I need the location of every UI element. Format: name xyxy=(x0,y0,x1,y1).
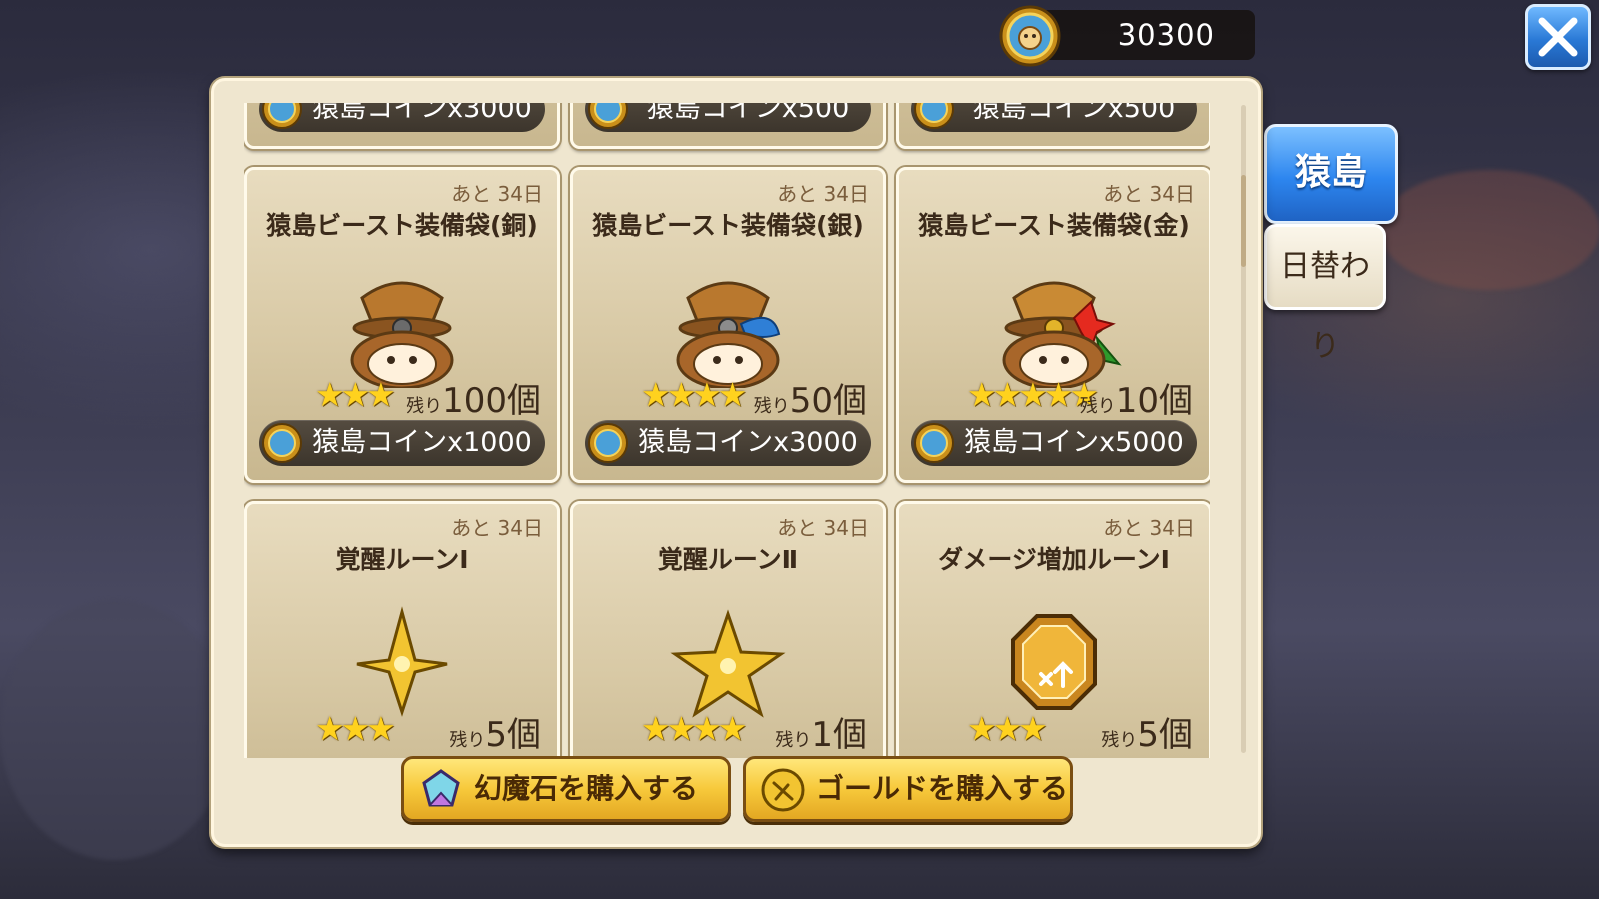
monkey-bag-bronze-icon xyxy=(350,281,454,388)
price-label: 猿島コインx1000 xyxy=(312,427,532,458)
item-card[interactable]: あと 34日 猿島ビースト装備袋(金) ★★★★★ 残り10個 猿島コインx50… xyxy=(896,167,1210,483)
price-label: 猿島コインx500 xyxy=(972,103,1176,124)
background-decoration xyxy=(1380,170,1599,290)
buy-gems-label: 幻魔石を購入する xyxy=(474,772,699,805)
rarity-stars: ★★★★ xyxy=(641,375,747,414)
awaken-rune-2-icon xyxy=(670,609,786,718)
monkey-bag-silver-icon xyxy=(676,281,781,388)
coin-amount: 30300 xyxy=(1117,18,1215,52)
days-remaining: あと 34日 xyxy=(1103,182,1195,206)
price-label: 猿島コインx3000 xyxy=(638,427,858,458)
shop-panel: 猿島コインx3000 猿島コインx500 猿島コインx500 あと 34日 猿島… xyxy=(211,78,1261,847)
close-button[interactable] xyxy=(1525,4,1591,70)
monkey-coin-icon xyxy=(262,423,302,463)
days-remaining: あと 34日 xyxy=(777,182,869,206)
price-label: 猿島コインx500 xyxy=(646,103,850,124)
price-pill: 猿島コインx3000 xyxy=(585,420,871,466)
price-pill: 猿島コインx1000 xyxy=(259,420,545,466)
rarity-stars: ★★★ xyxy=(967,709,1048,748)
scrollbar-thumb[interactable] xyxy=(1241,175,1246,267)
close-icon xyxy=(1538,17,1578,57)
background-decoration xyxy=(0,600,230,860)
price-pill: 猿島コインx500 xyxy=(911,103,1197,132)
item-card[interactable]: あと 34日 ダメージ増加ルーンⅠ ★★★ 残り5個 xyxy=(896,501,1210,758)
item-title: 猿島ビースト装備袋(銅) xyxy=(266,211,538,240)
buy-gems-button[interactable]: 幻魔石を購入する xyxy=(401,756,731,822)
price-pill: 猿島コインx3000 xyxy=(259,103,545,132)
buy-gold-label: ゴールドを購入する xyxy=(816,772,1069,805)
damage-rune-icon xyxy=(1011,614,1097,710)
item-title: 覚醒ルーンⅠ xyxy=(335,545,469,574)
rarity-stars: ★★★ xyxy=(315,709,396,748)
monkey-coin-icon xyxy=(999,5,1061,67)
tab-daily[interactable]: 日替わり xyxy=(1264,224,1386,364)
gem-icon xyxy=(422,769,460,807)
monkey-coin-icon xyxy=(914,103,954,129)
price-label: 猿島コインx3000 xyxy=(312,103,532,124)
item-title: 猿島ビースト装備袋(銀) xyxy=(592,211,864,240)
days-remaining: あと 34日 xyxy=(777,516,869,540)
rarity-stars: ★★★★★ xyxy=(967,375,1099,414)
rarity-stars: ★★★★ xyxy=(641,709,747,748)
item-card[interactable]: あと 34日 猿島ビースト装備袋(銀) ★★★★ 残り50個 猿島コインx300… xyxy=(570,167,886,483)
days-remaining: あと 34日 xyxy=(1103,516,1195,540)
awaken-rune-1-icon xyxy=(356,606,448,717)
item-card[interactable]: あと 34日 覚醒ルーンⅡ ★★★★ 残り1個 xyxy=(570,501,886,758)
price-pill: 猿島コインx500 xyxy=(585,103,871,132)
item-card[interactable]: あと 34日 猿島ビースト装備袋(銅) ★★★ 残り100個 猿島コインx100… xyxy=(244,167,560,483)
remaining-count: 残り5個 xyxy=(449,715,541,755)
buy-gold-button[interactable]: ゴールドを購入する xyxy=(743,756,1073,822)
monkey-coin-icon xyxy=(914,423,954,463)
item-title: 猿島ビースト装備袋(金) xyxy=(918,211,1190,240)
item-grid[interactable]: 猿島コインx3000 猿島コインx500 猿島コインx500 あと 34日 猿島… xyxy=(244,103,1210,758)
remaining-count: 残り50個 xyxy=(753,381,867,421)
monkey-coin-icon xyxy=(588,423,628,463)
gold-coin-icon xyxy=(761,768,805,812)
remaining-count: 残り5個 xyxy=(1101,715,1193,755)
price-pill: 猿島コインx5000 xyxy=(911,420,1197,466)
tab-sarushima[interactable]: 猿島 xyxy=(1264,124,1398,224)
price-label: 猿島コインx5000 xyxy=(964,427,1184,458)
monkey-coin-icon xyxy=(588,103,628,129)
days-remaining: あと 34日 xyxy=(451,182,543,206)
item-card[interactable]: 猿島コインx500 xyxy=(896,103,1210,149)
remaining-count: 残り100個 xyxy=(406,381,541,421)
remaining-count: 残り1個 xyxy=(775,715,867,755)
item-title: 覚醒ルーンⅡ xyxy=(657,545,799,574)
item-card[interactable]: 猿島コインx3000 xyxy=(244,103,560,149)
monkey-coin-icon xyxy=(262,103,302,129)
item-card[interactable]: あと 34日 覚醒ルーンⅠ ★★★ 残り5個 xyxy=(244,501,560,758)
rarity-stars: ★★★ xyxy=(315,375,396,414)
days-remaining: あと 34日 xyxy=(451,516,543,540)
monkey-bag-gold-icon xyxy=(1002,281,1122,388)
item-title: ダメージ増加ルーンⅠ xyxy=(938,545,1170,574)
remaining-count: 残り10個 xyxy=(1079,381,1193,421)
item-card[interactable]: 猿島コインx500 xyxy=(570,103,886,149)
